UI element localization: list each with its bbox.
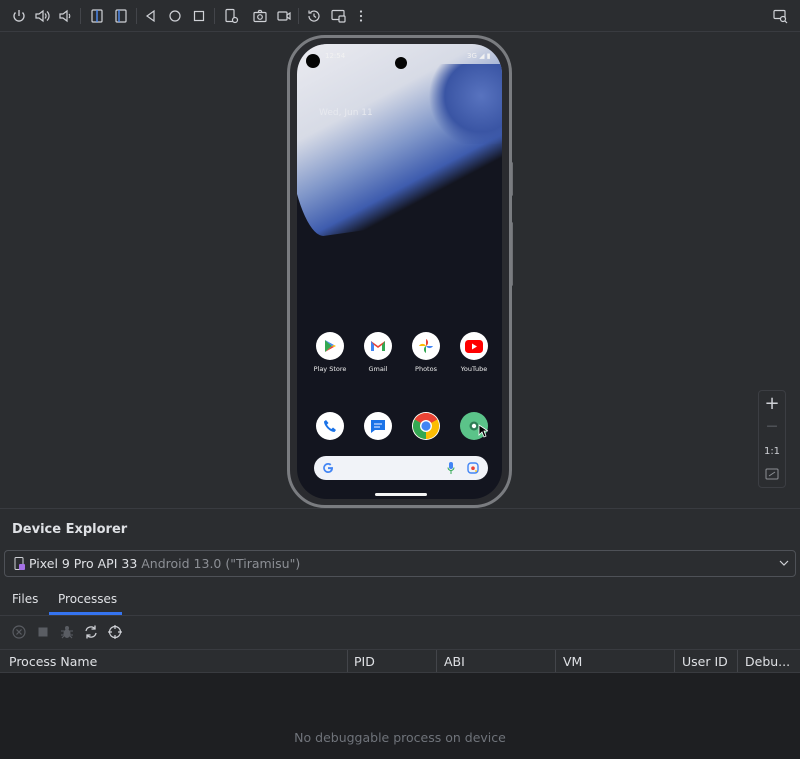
phone-icon — [316, 412, 344, 440]
app-camera[interactable] — [450, 412, 498, 440]
google-lens-icon[interactable] — [467, 462, 479, 474]
front-camera-dot — [306, 54, 320, 68]
zoom-in-button[interactable]: + — [759, 393, 785, 414]
active-tab-indicator — [49, 612, 122, 615]
select-process-icon[interactable] — [107, 624, 123, 640]
status-time: 12:54 — [325, 52, 346, 60]
rotate-left-icon[interactable] — [88, 7, 106, 25]
back-icon[interactable] — [142, 7, 160, 25]
device-dropdown[interactable]: Pixel 9 Pro API 33 Android 13.0 ("Tirami… — [4, 550, 796, 577]
record-icon[interactable] — [275, 7, 293, 25]
process-table: Process Name PID ABI VM User ID Debu... … — [0, 649, 800, 759]
force-stop-icon[interactable] — [35, 624, 51, 640]
volume-down-icon[interactable] — [56, 7, 74, 25]
device-name: Pixel 9 Pro API 33 — [29, 556, 138, 571]
kill-process-icon[interactable] — [11, 624, 27, 640]
zoom-fit-button[interactable] — [759, 468, 785, 483]
zoom-controls: + — 1:1 — [758, 390, 786, 488]
gesture-nav-bar[interactable] — [375, 493, 427, 496]
zoom-out-button[interactable]: — — [759, 419, 785, 432]
display-mode-icon[interactable] — [329, 7, 347, 25]
device-icon — [14, 557, 25, 570]
youtube-icon — [460, 332, 488, 360]
device-mirror-icon[interactable] — [771, 7, 789, 25]
empty-state-message: No debuggable process on device — [294, 730, 506, 745]
camera-icon[interactable] — [251, 7, 269, 25]
google-search-bar[interactable] — [314, 456, 488, 480]
more-icon[interactable] — [352, 7, 370, 25]
device-explorer-panel: Device Explorer Pixel 9 Pro API 33 Andro… — [0, 508, 800, 759]
refresh-icon[interactable] — [83, 624, 99, 640]
emulator-display: 12:54 3G ◢ ▮ Wed, Jun 11 Play Store Gmai… — [0, 32, 800, 508]
microphone-icon[interactable] — [447, 462, 455, 474]
app-chrome[interactable] — [402, 412, 450, 440]
punch-hole-camera — [395, 57, 407, 69]
status-network: 3G ◢ ▮ — [467, 52, 491, 60]
tab-processes[interactable]: Processes — [58, 592, 117, 606]
tab-files[interactable]: Files — [12, 592, 38, 606]
app-messages[interactable] — [354, 412, 402, 440]
column-vm[interactable]: VM — [563, 654, 582, 669]
column-debuggable[interactable]: Debu... — [745, 654, 790, 669]
app-phone[interactable] — [306, 412, 354, 440]
column-abi[interactable]: ABI — [444, 654, 465, 669]
device-android-version: Android 13.0 ("Tiramisu") — [137, 556, 301, 571]
overview-icon[interactable] — [190, 7, 208, 25]
home-date: Wed, Jun 11 — [319, 108, 373, 118]
fit-screen-icon — [765, 468, 779, 480]
app-play-store[interactable]: Play Store — [306, 332, 354, 373]
app-youtube[interactable]: YouTube — [450, 332, 498, 373]
phone-frame: 12:54 3G ◢ ▮ Wed, Jun 11 Play Store Gmai… — [287, 35, 512, 508]
column-process-name[interactable]: Process Name — [9, 654, 97, 669]
volume-up-icon[interactable] — [33, 7, 51, 25]
play-store-icon — [316, 332, 344, 360]
google-g-icon — [323, 463, 333, 473]
mouse-cursor-icon — [478, 424, 488, 438]
rotate-right-icon[interactable] — [112, 7, 130, 25]
zoom-actual-size-button[interactable]: 1:1 — [759, 446, 785, 457]
column-pid[interactable]: PID — [354, 654, 375, 669]
power-icon[interactable] — [10, 7, 28, 25]
snapshot-icon[interactable] — [305, 7, 323, 25]
process-actions-toolbar — [0, 621, 800, 643]
emulator-toolbar — [0, 0, 800, 32]
process-table-header: Process Name PID ABI VM User ID Debu... — [0, 650, 800, 673]
attach-debugger-icon[interactable] — [59, 624, 75, 640]
device-settings-icon[interactable] — [222, 7, 240, 25]
gmail-icon — [364, 332, 392, 360]
photos-icon — [412, 332, 440, 360]
panel-title: Device Explorer — [12, 522, 128, 537]
chevron-down-icon — [779, 560, 789, 566]
messages-icon — [364, 412, 392, 440]
phone-screen[interactable]: 12:54 3G ◢ ▮ Wed, Jun 11 Play Store Gmai… — [297, 44, 502, 499]
chrome-icon — [412, 412, 440, 440]
column-user-id[interactable]: User ID — [682, 654, 728, 669]
app-photos[interactable]: Photos — [402, 332, 450, 373]
home-icon[interactable] — [166, 7, 184, 25]
app-gmail[interactable]: Gmail — [354, 332, 402, 373]
